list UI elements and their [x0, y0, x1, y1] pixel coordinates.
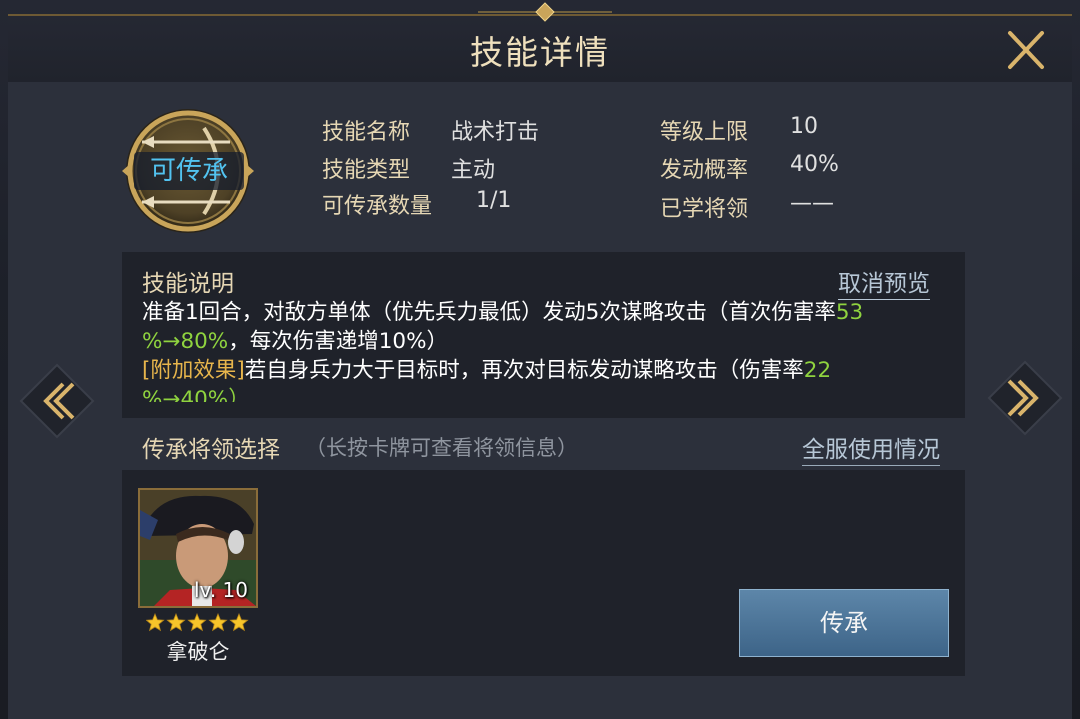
desc-line1: 准备1回合，对敌方单体（优先兵力最低）发动5次谋略攻击（首次伤害率	[142, 300, 836, 325]
dialog-title: 技能详情	[470, 33, 610, 72]
trigger-rate-value: 40%	[790, 152, 839, 177]
inherit-section-hint: （长按卡牌可查看将领信息）	[305, 436, 578, 460]
inherit-count-value: 1/1	[476, 188, 512, 213]
desc-line4-value: %→40%）	[142, 387, 250, 402]
inherit-count-label: 可传承数量	[322, 194, 433, 219]
star-icon	[146, 613, 165, 632]
bonus-effect-tag: [附加效果]	[142, 358, 245, 383]
desc-line2: ，每次伤害递增10%）	[228, 329, 449, 354]
server-usage-link[interactable]: 全服使用情况	[802, 430, 940, 466]
learned-by-value: ——	[790, 191, 834, 216]
inherit-section-title: 传承将领选择	[142, 437, 280, 463]
star-icon	[208, 613, 228, 632]
description-title: 技能说明	[142, 271, 234, 297]
star-icon	[229, 613, 249, 632]
learned-by-label: 已学将领	[660, 197, 749, 222]
cancel-preview-link[interactable]: 取消预览	[838, 264, 930, 300]
description-text: 准备1回合，对敌方单体（优先兵力最低）发动5次谋略攻击（首次伤害率53 %→80…	[142, 298, 942, 402]
max-level-value: 10	[790, 114, 818, 139]
max-level-label: 等级上限	[660, 120, 749, 145]
close-icon[interactable]	[1004, 30, 1048, 70]
star-icon	[187, 613, 207, 632]
prev-arrow-icon[interactable]	[18, 362, 96, 440]
top-ornament	[478, 2, 612, 22]
trigger-rate-label: 发动概率	[660, 158, 749, 183]
desc-line1-value: 53	[835, 300, 864, 325]
desc-line3: 若自身兵力大于目标时，再次对目标发动谋略攻击（伤害率	[244, 358, 804, 383]
general-card[interactable]: lv. 10	[138, 488, 258, 608]
skill-type-label: 技能类型	[322, 158, 411, 183]
skill-name-value: 战术打击	[451, 120, 540, 145]
inherit-button[interactable]: 传承	[739, 589, 949, 657]
desc-line3-value: 22	[803, 358, 832, 383]
star-rating	[146, 613, 249, 632]
desc-line2-value: %→80%	[142, 329, 229, 354]
general-level: lv. 10	[193, 578, 248, 602]
skill-type-value: 主动	[451, 158, 496, 183]
inheritable-tag: 可传承	[134, 152, 244, 190]
skill-name-label: 技能名称	[322, 120, 411, 145]
next-arrow-icon[interactable]	[986, 359, 1064, 437]
general-name: 拿破仑	[166, 640, 230, 664]
star-icon	[166, 613, 186, 632]
